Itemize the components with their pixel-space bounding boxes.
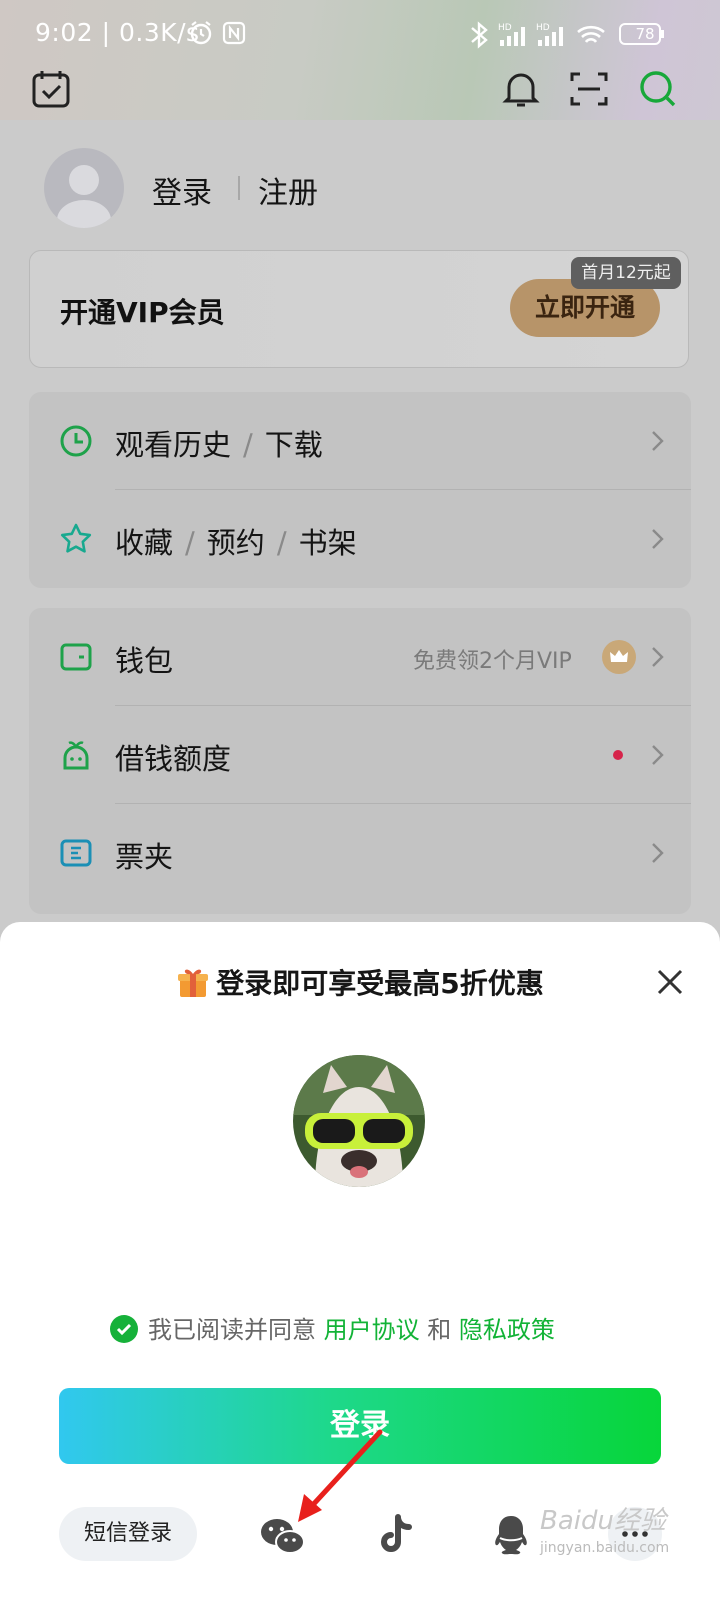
- svg-text:HD: HD: [536, 23, 550, 33]
- close-icon[interactable]: [655, 967, 685, 997]
- menu-label: 收藏 / 预约 / 书架: [115, 526, 357, 560]
- menu-row-loan[interactable]: 借钱额度: [29, 706, 691, 804]
- wallet-icon: [60, 643, 92, 671]
- menu-label: 观看历史 / 下载: [115, 428, 323, 462]
- clock-icon: [60, 425, 92, 457]
- nfc-icon: [222, 21, 246, 49]
- menu-label: 票夹: [115, 840, 174, 874]
- ticket-icon: [60, 839, 92, 867]
- login-button[interactable]: 登录: [59, 1388, 661, 1464]
- user-agreement-link[interactable]: 用户协议: [324, 1316, 420, 1344]
- sheet-title: 登录即可享受最高5折优惠: [0, 962, 720, 1002]
- signal-icon-1: HD: [498, 23, 525, 46]
- wallet-promo-text: 免费领2个月VIP: [413, 649, 572, 674]
- menu-row-history[interactable]: 观看历史 / 下载: [29, 392, 691, 490]
- menu-row-favorites[interactable]: 收藏 / 预约 / 书架: [29, 490, 691, 588]
- chevron-right-icon: [652, 843, 664, 863]
- divider: [238, 176, 240, 200]
- menu-label: 借钱额度: [115, 742, 232, 776]
- wechat-icon[interactable]: [259, 1512, 307, 1560]
- bell-icon[interactable]: [500, 68, 542, 110]
- chevron-right-icon: [652, 431, 664, 451]
- star-icon: [60, 523, 92, 553]
- calendar-check-icon[interactable]: [30, 68, 72, 110]
- check-icon[interactable]: [110, 1315, 138, 1343]
- menu-card-wallet: 钱包 免费领2个月VIP 借钱额度 票夹: [29, 608, 691, 914]
- vip-price-badge: 首月12元起: [571, 257, 681, 289]
- status-time: 9:02 | 0.3K/s: [35, 18, 200, 47]
- sms-login-button[interactable]: 短信登录: [59, 1507, 197, 1561]
- vip-title: 开通VIP会员: [60, 296, 225, 329]
- privacy-policy-link[interactable]: 隐私政策: [459, 1316, 555, 1344]
- register-link[interactable]: 注册: [258, 168, 318, 212]
- search-icon[interactable]: [637, 68, 679, 110]
- chevron-right-icon: [652, 647, 664, 667]
- svg-text:HD: HD: [498, 23, 512, 33]
- signal-icon-2: HD: [536, 23, 563, 46]
- menu-row-wallet[interactable]: 钱包 免费领2个月VIP: [29, 608, 691, 706]
- red-dot-badge: [613, 750, 623, 760]
- status-bar: 9:02 | 0.3K/s HD HD 78: [0, 0, 720, 70]
- vip-banner[interactable]: 开通VIP会员 立即开通 首月12元起: [29, 250, 689, 368]
- user-avatar[interactable]: [44, 148, 124, 228]
- menu-card-history: 观看历史 / 下载 收藏 / 预约 / 书架: [29, 392, 691, 588]
- wifi-icon: [577, 25, 605, 43]
- watermark-url: jingyan.baidu.com: [540, 1540, 670, 1556]
- crown-icon: [602, 640, 636, 674]
- loan-icon: [63, 741, 89, 770]
- login-link[interactable]: 登录: [152, 168, 212, 212]
- menu-row-ticket[interactable]: 票夹: [29, 804, 691, 902]
- tiktok-icon[interactable]: [374, 1512, 422, 1560]
- watermark: Baidu经验: [540, 1506, 666, 1536]
- battery-level: 78: [635, 25, 655, 43]
- gift-icon: [178, 969, 209, 997]
- agreement-line: 我已阅读并同意 用户协议 和 隐私政策: [110, 1310, 555, 1345]
- chevron-right-icon: [652, 745, 664, 765]
- chevron-right-icon: [652, 529, 664, 549]
- scan-icon[interactable]: [568, 68, 610, 110]
- bluetooth-icon: [471, 21, 488, 49]
- login-bottom-sheet: 登录即可享受最高5折优惠 我已阅读并同意 用户协议 和 隐私政策 登录 短信登录: [0, 922, 720, 1600]
- menu-label: 钱包: [115, 644, 174, 678]
- account-avatar: [293, 1055, 425, 1187]
- qq-icon[interactable]: [487, 1512, 535, 1560]
- alarm-icon: [188, 20, 214, 50]
